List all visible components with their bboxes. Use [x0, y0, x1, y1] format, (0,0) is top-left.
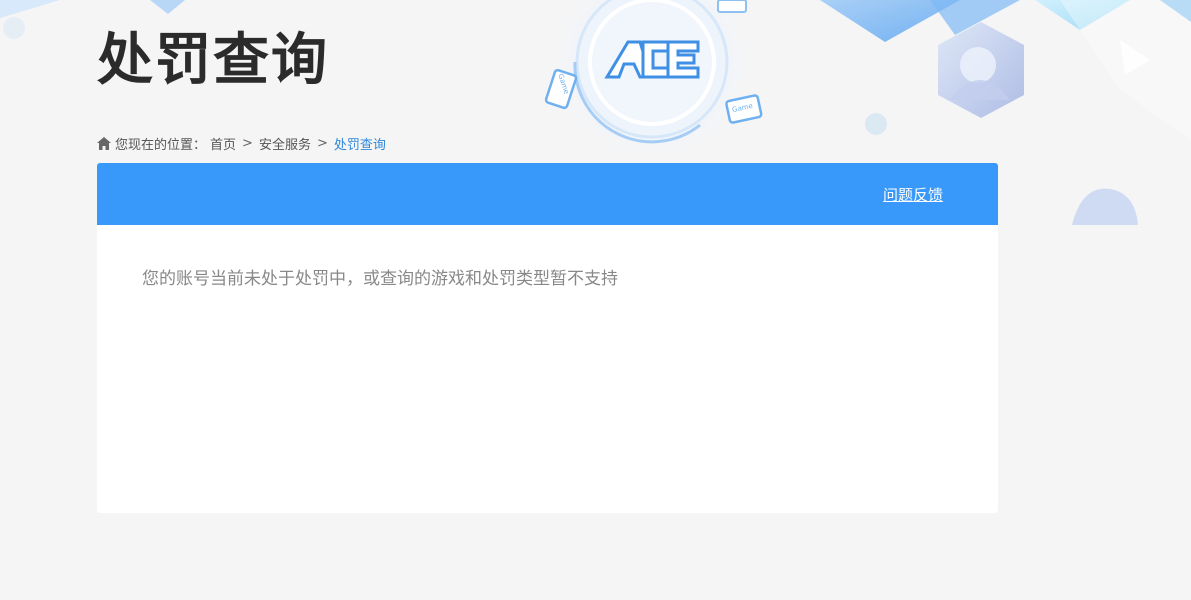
result-message: 您的账号当前未处于处罚中，或查询的游戏和处罚类型暂不支持 — [142, 269, 618, 289]
device-label: Game — [731, 101, 754, 115]
page-title: 处罚查询 — [97, 28, 329, 93]
breadcrumb-home[interactable]: 首页 — [210, 134, 236, 153]
breadcrumb-security-service[interactable]: 安全服务 — [259, 134, 311, 153]
breadcrumb-prefix: 您现在的位置： — [115, 138, 207, 153]
breadcrumb-separator: > — [316, 136, 328, 151]
result-panel: 问题反馈 您的账号当前未处于处罚中，或查询的游戏和处罚类型暂不支持 — [97, 163, 998, 513]
panel-header: 问题反馈 — [97, 163, 998, 225]
home-icon — [97, 137, 111, 150]
feedback-link[interactable]: 问题反馈 — [883, 184, 943, 205]
breadcrumb: 您现在的位置： 首页 > 安全服务 > 处罚查询 — [97, 134, 386, 153]
breadcrumb-current: 处罚查询 — [333, 138, 386, 153]
device-label: Game — [556, 72, 571, 96]
breadcrumb-separator: > — [242, 136, 253, 151]
